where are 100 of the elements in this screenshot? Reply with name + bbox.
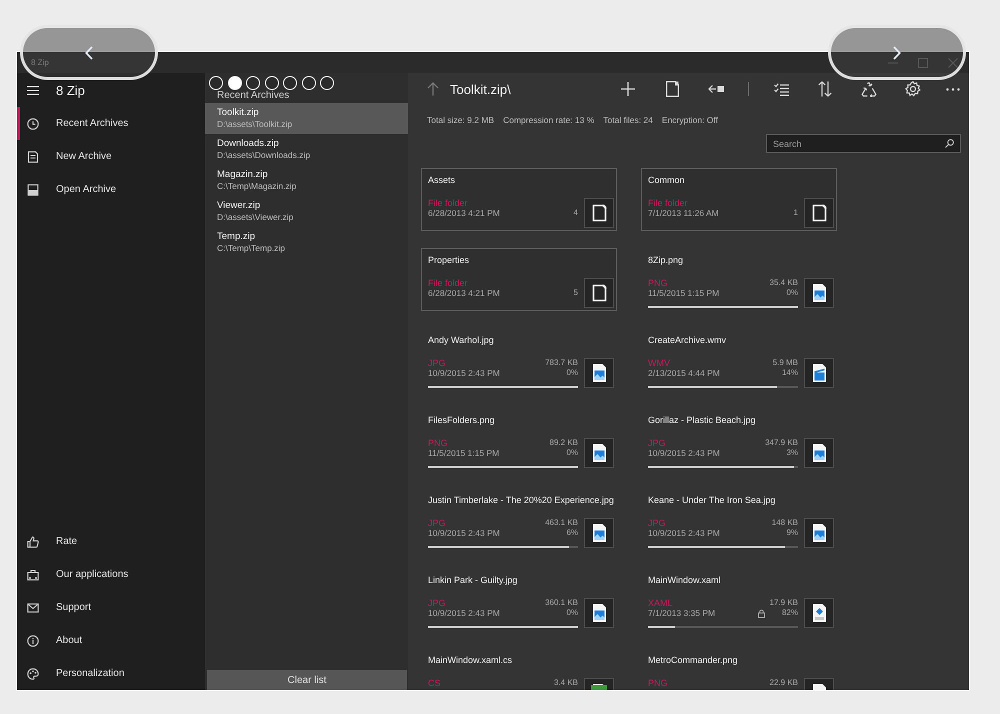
folder-card[interactable]: Properties File folder 6/28/2013 4:21 PM 5 <box>421 248 617 311</box>
slide-dot[interactable] <box>320 76 334 90</box>
more-icon[interactable] <box>946 88 960 90</box>
nav-item[interactable]: About <box>17 624 205 657</box>
file-type: JPG <box>428 518 446 528</box>
recent-archive-item[interactable]: Magazin.zip C:\Temp\Magazin.zip <box>205 165 408 196</box>
chevron-left-icon <box>85 46 93 60</box>
previous-button[interactable] <box>20 25 158 80</box>
recent-archive-item[interactable]: Downloads.zip D:\assets\Downloads.zip <box>205 134 408 165</box>
recent-archive-item[interactable]: Viewer.zip D:\assets\Viewer.zip <box>205 196 408 227</box>
compression-ratio: 0% <box>566 448 578 458</box>
compression-ratio: 0% <box>566 368 578 378</box>
file-name: MainWindow.xaml <box>648 574 721 586</box>
image-file-icon <box>804 518 834 548</box>
modified-date: 10/9/2015 2:43 PM <box>648 528 720 538</box>
clear-list-button[interactable]: Clear list <box>207 670 407 690</box>
path-title: Toolkit.zip\ <box>450 82 511 96</box>
modified-date: 11/5/2015 1:15 PM <box>648 288 720 298</box>
archive-info-text: Total size: 9.2 MB <box>427 114 494 127</box>
window-title: 8 Zip <box>31 58 49 67</box>
plus-icon[interactable] <box>621 82 635 96</box>
image-file-icon <box>584 438 614 468</box>
up-arrow-icon[interactable] <box>427 82 439 96</box>
file-name: MetroCommander.png <box>648 654 738 666</box>
nav-item[interactable]: Our applications <box>17 558 205 591</box>
file-size: 5.9 MB <box>772 358 798 368</box>
nav-item[interactable]: Rate <box>17 525 205 558</box>
palette-icon <box>27 668 39 680</box>
sort-icon[interactable] <box>818 81 832 97</box>
file-type: XAML <box>648 598 673 608</box>
item-count: 4 <box>574 208 578 218</box>
nav-item[interactable]: New Archive <box>17 140 205 173</box>
modified-date: 6/28/2013 4:21 PM <box>428 208 500 218</box>
archive-info-text: Total files: 24 <box>603 114 653 127</box>
compression-ratio: 14% <box>782 368 798 378</box>
image-file-icon <box>804 438 834 468</box>
image-file-icon <box>584 598 614 628</box>
slide-dot[interactable] <box>302 76 316 90</box>
recycle-icon[interactable] <box>861 82 877 96</box>
modified-date: 10/9/2015 2:43 PM <box>428 608 500 618</box>
item-count: 5 <box>574 288 578 298</box>
menu-icon[interactable] <box>27 86 39 94</box>
slide-dot[interactable] <box>264 76 278 90</box>
document-icon <box>584 278 614 308</box>
nav-item[interactable]: Support <box>17 591 205 624</box>
file-type: File folder <box>428 198 468 208</box>
recent-archive-item[interactable]: Toolkit.zip D:\assets\Toolkit.zip <box>205 103 408 134</box>
nav-item[interactable]: Open Archive <box>17 173 205 206</box>
next-button[interactable] <box>828 25 966 80</box>
modified-date: 10/9/2015 2:43 PM <box>428 368 500 378</box>
nav-item[interactable]: Personalization <box>17 657 205 690</box>
file-type: JPG <box>428 598 446 608</box>
search-icon[interactable] <box>945 139 954 148</box>
document-icon <box>27 184 39 196</box>
thumbs-up-icon <box>27 536 39 548</box>
file-name: Andy Warhol.jpg <box>428 334 494 346</box>
file-type: File folder <box>428 278 468 288</box>
document-icon <box>27 150 39 162</box>
recent-archive-item[interactable]: Temp.zip C:\Temp\Temp.zip <box>205 227 408 258</box>
compression-ratio: 0% <box>786 288 798 298</box>
arrow-box-icon[interactable] <box>708 84 724 94</box>
panel-title: Recent Archives <box>217 90 290 101</box>
file-name: MainWindow.xaml.cs <box>428 654 512 666</box>
modified-date: 7/1/2013 3:35 PM <box>648 608 716 618</box>
item-count: 1 <box>794 208 798 218</box>
compression-ratio: 9% <box>786 528 798 538</box>
file-type: PNG <box>648 678 668 688</box>
file-icon <box>804 598 834 628</box>
file-size: 783.7 KB <box>545 358 578 368</box>
folder-name: Assets <box>428 174 456 186</box>
file-type: CS <box>428 678 441 688</box>
file-name: Keane - Under The Iron Sea.jpg <box>648 494 776 506</box>
file-size: 360.1 KB <box>545 598 578 608</box>
folder-card[interactable]: Assets File folder 6/28/2013 4:21 PM 4 <box>421 168 617 231</box>
checklist-icon[interactable] <box>774 82 788 96</box>
modified-date: 10/9/2015 2:43 PM <box>648 448 720 458</box>
image-file-icon <box>804 278 834 308</box>
folder-name: Common <box>648 174 685 186</box>
slide-dot[interactable] <box>209 76 223 90</box>
app-title: 8 Zip <box>56 82 85 98</box>
compression-ratio: 82% <box>782 608 798 618</box>
file-size: 17.9 KB <box>770 598 798 608</box>
modified-date: 2/13/2015 4:44 PM <box>648 368 720 378</box>
file-size: 89.2 KB <box>550 438 578 448</box>
envelope-icon <box>27 602 39 614</box>
modified-date: 6/28/2013 4:21 PM <box>428 288 500 298</box>
file-size: 463.1 KB <box>545 518 578 528</box>
file-size: 35.4 KB <box>770 278 798 288</box>
search-field[interactable]: Search <box>766 134 961 153</box>
file-type: JPG <box>648 518 666 528</box>
file-name: Gorillaz - Plastic Beach.jpg <box>648 414 756 426</box>
file-name: 8Zip.png <box>648 254 684 266</box>
file-name: Linkin Park - Guilty.jpg <box>428 574 518 586</box>
document-icon[interactable] <box>666 81 678 97</box>
slide-dot[interactable] <box>283 76 297 90</box>
modified-date: 7/1/2013 11:26 AM <box>648 208 719 218</box>
slide-dot[interactable] <box>246 76 260 90</box>
settings-icon[interactable] <box>905 81 921 97</box>
info-icon <box>27 634 39 646</box>
folder-card[interactable]: Common File folder 7/1/2013 11:26 AM 1 <box>641 168 837 231</box>
